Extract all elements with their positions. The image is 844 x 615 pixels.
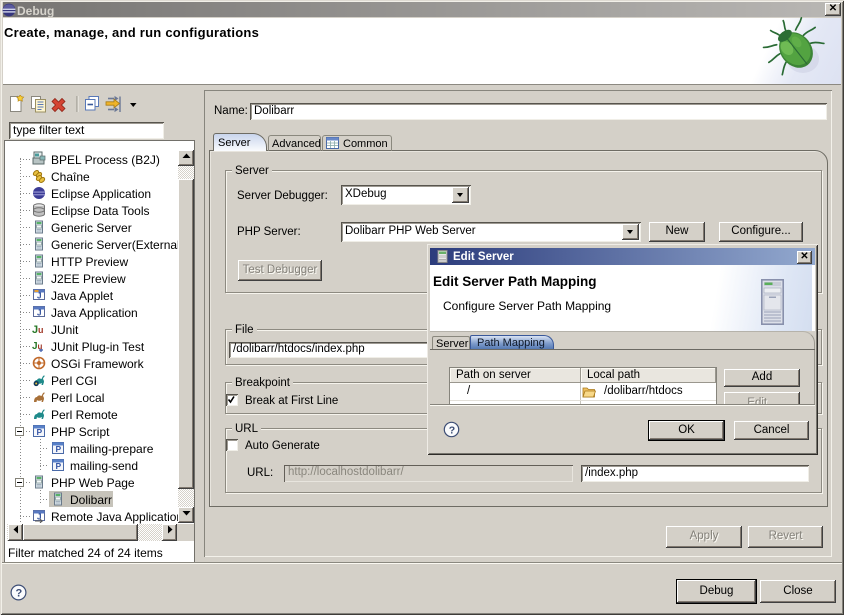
svg-text:P: P bbox=[56, 461, 62, 471]
svg-text:J: J bbox=[37, 309, 41, 318]
svg-text:J: J bbox=[37, 292, 41, 301]
svg-text:?: ? bbox=[16, 588, 23, 600]
svg-text:P: P bbox=[37, 427, 43, 437]
svg-text:?: ? bbox=[449, 425, 455, 437]
svg-text:u: u bbox=[38, 325, 44, 335]
svg-text:P: P bbox=[56, 444, 62, 454]
